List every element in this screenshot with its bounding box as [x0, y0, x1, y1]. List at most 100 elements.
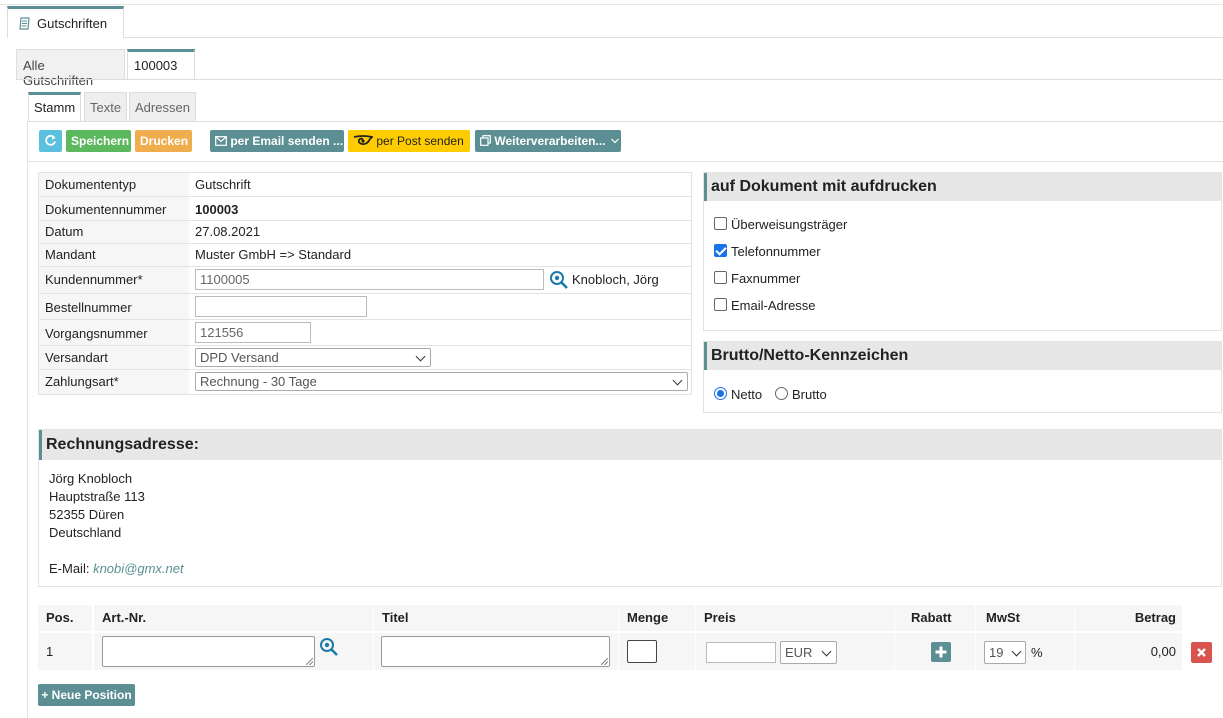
- payment-select-value: Rechnung - 30 Tage: [200, 374, 317, 389]
- date-label: Datum: [39, 221, 189, 243]
- tab-alle-gutschriften[interactable]: Alle Gutschriften: [16, 49, 125, 88]
- tab-adressen[interactable]: Adressen: [129, 92, 196, 122]
- price-input[interactable]: [706, 642, 776, 663]
- address-city: 52355 Düren: [49, 507, 125, 522]
- send-email-label: per Email senden ...: [230, 134, 344, 148]
- form-row-date: Datum 27.08.2021: [39, 221, 691, 244]
- email-link[interactable]: knobi@gmx.net: [93, 561, 184, 576]
- chevron-down-icon: [821, 646, 832, 657]
- form-row-customer: Kundennummer* 1100005 Knobloch, Jörg: [39, 267, 691, 294]
- col-header-vat: MwSt: [976, 605, 1074, 631]
- col-header-amount: Betrag: [1075, 605, 1182, 631]
- envelope-icon: [215, 136, 227, 146]
- chevron-down-icon: [1011, 646, 1022, 657]
- further-processing-dropdown[interactable]: Weiterverarbeiten...: [475, 130, 621, 152]
- article-number-input[interactable]: [102, 636, 315, 667]
- mandant-label: Mandant: [39, 244, 189, 266]
- checkbox-fax[interactable]: [714, 271, 727, 284]
- copy-icon: [480, 135, 491, 146]
- form-row-doctype: Dokumententyp Gutschrift: [39, 173, 691, 197]
- refresh-button[interactable]: [39, 130, 62, 152]
- tab-label: Alle Gutschriften: [23, 58, 94, 88]
- fax-label: Faxnummer: [731, 271, 801, 286]
- add-position-button[interactable]: + Neue Position: [38, 684, 135, 706]
- vat-unit: %: [1031, 645, 1043, 660]
- vat-select[interactable]: 19: [984, 641, 1026, 664]
- gross-net-title: Brutto/Netto-Kennzeichen: [704, 342, 1221, 370]
- checkbox-email[interactable]: [714, 298, 727, 311]
- form-row-mandant: Mandant Muster GmbH => Standard: [39, 244, 691, 267]
- send-post-button[interactable]: per Post senden: [348, 130, 470, 152]
- tab-stamm[interactable]: Stamm: [28, 92, 81, 122]
- transfer-slip-label: Überweisungsträger: [731, 217, 848, 232]
- mandant-value: Muster GmbH => Standard: [195, 247, 352, 262]
- resize-grip-icon: [601, 658, 608, 665]
- tab-document-100003[interactable]: 100003: [127, 49, 195, 80]
- document-icon: [19, 17, 30, 30]
- content-border: [27, 122, 28, 718]
- customer-label: Kundennummer*: [39, 267, 189, 293]
- chevron-down-icon: [672, 375, 683, 386]
- process-number-input[interactable]: 121556: [195, 322, 311, 343]
- cell-delete: [1183, 633, 1221, 670]
- close-icon: [1197, 648, 1206, 657]
- form-row-docnum: Dokumentennummer 100003: [39, 197, 691, 221]
- shipping-select-value: DPD Versand: [200, 350, 279, 365]
- payment-select[interactable]: Rechnung - 30 Tage: [195, 372, 688, 391]
- tab-texte[interactable]: Texte: [84, 92, 127, 122]
- order-number-input[interactable]: [195, 296, 367, 317]
- radio-net[interactable]: [714, 387, 727, 400]
- plus-icon: [935, 646, 947, 658]
- top-divider: [0, 4, 1223, 5]
- row-pos: 1: [46, 644, 54, 659]
- form-row-shipping: Versandart DPD Versand: [39, 346, 691, 370]
- date-value: 27.08.2021: [195, 224, 261, 239]
- checkbox-transfer-slip[interactable]: [714, 217, 727, 230]
- phone-label: Telefonnummer: [731, 244, 821, 259]
- further-processing-label: Weiterverarbeiten...: [494, 134, 606, 148]
- gross-net-panel: Brutto/Netto-Kennzeichen Netto Brutto: [703, 341, 1222, 413]
- quantity-input[interactable]: [627, 640, 657, 663]
- search-article-icon[interactable]: [319, 637, 339, 657]
- col-header-article: Art.-Nr.: [94, 605, 373, 631]
- tab-label: Adressen: [135, 100, 190, 115]
- send-email-button[interactable]: per Email senden ...: [210, 130, 344, 152]
- address-street: Hauptstraße 113: [49, 489, 145, 504]
- process-number-label: Vorgangsnummer: [39, 320, 189, 345]
- checkbox-phone[interactable]: [714, 244, 727, 257]
- col-header-title: Titel: [374, 605, 618, 631]
- print-options-panel: auf Dokument mit aufdrucken Überweisungs…: [703, 172, 1222, 331]
- row-amount: 0,00: [1150, 644, 1176, 659]
- tab-gutschriften[interactable]: Gutschriften: [7, 6, 124, 38]
- print-button[interactable]: Drucken: [135, 130, 192, 152]
- net-label: Netto: [731, 387, 763, 402]
- cell-amount: 0,00: [1075, 633, 1182, 670]
- table-row: 1: [38, 633, 92, 670]
- address-country: Deutschland: [49, 525, 122, 540]
- delete-row-button[interactable]: [1191, 642, 1212, 663]
- address-name: Jörg Knobloch: [49, 471, 133, 486]
- send-post-label: per Post senden: [376, 134, 464, 148]
- title-input[interactable]: [381, 636, 610, 667]
- customer-number-input[interactable]: 1100005: [195, 269, 544, 290]
- tab-label: Texte: [90, 100, 122, 115]
- document-form: Dokumententyp Gutschrift Dokumentennumme…: [38, 172, 692, 395]
- toolbar-divider: [28, 161, 1223, 162]
- currency-select[interactable]: EUR: [780, 641, 837, 664]
- form-row-order: Bestellnummer: [39, 294, 691, 320]
- search-customer-icon[interactable]: [549, 270, 569, 290]
- cell-price: EUR: [696, 633, 894, 670]
- print-options-title: auf Dokument mit aufdrucken: [704, 173, 1221, 201]
- save-button[interactable]: Speichern: [66, 130, 131, 152]
- chevron-down-icon: [415, 351, 426, 362]
- shipping-select[interactable]: DPD Versand: [195, 348, 431, 367]
- billing-address-panel: Rechnungsadresse: Jörg Knobloch Hauptstr…: [38, 429, 1222, 587]
- tab-divider: [16, 79, 1223, 80]
- post-horn-icon: [353, 135, 374, 146]
- radio-gross[interactable]: [775, 387, 788, 400]
- customer-name: Knobloch, Jörg: [572, 272, 659, 287]
- add-discount-button[interactable]: [931, 642, 951, 662]
- chevron-down-icon: [610, 138, 619, 144]
- gross-label: Brutto: [792, 387, 827, 402]
- cell-quantity: [619, 633, 695, 670]
